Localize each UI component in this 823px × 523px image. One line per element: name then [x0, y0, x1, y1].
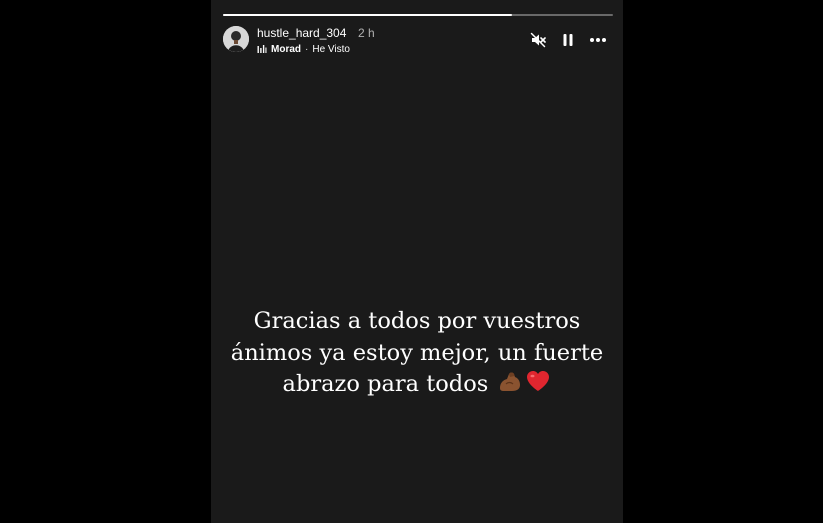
mute-button[interactable] — [529, 31, 547, 49]
music-separator: · — [305, 43, 309, 55]
music-artist: Morad — [271, 43, 301, 55]
story-viewer[interactable]: hustle_hard_304 2 h Morad · He Visto Gra… — [211, 0, 623, 523]
music-song-title: He Visto — [312, 43, 350, 55]
story-progress-bar — [223, 14, 613, 16]
music-bars-icon — [257, 44, 267, 54]
avatar[interactable] — [223, 26, 249, 52]
story-header: hustle_hard_304 2 h Morad · He Visto — [223, 24, 613, 58]
flexed-biceps-icon — [497, 369, 523, 403]
story-controls — [529, 30, 607, 50]
pause-button[interactable] — [559, 31, 577, 49]
story-progress-fill — [223, 14, 512, 16]
red-heart-icon — [525, 369, 551, 403]
caption-line: ánimos ya estoy mejor, un fuerte — [230, 339, 604, 366]
more-options-button[interactable] — [589, 31, 607, 49]
more-options-icon — [590, 38, 606, 42]
page-backdrop: hustle_hard_304 2 h Morad · He Visto Gra… — [0, 0, 823, 523]
music-attribution[interactable]: Morad · He Visto — [257, 42, 350, 56]
mute-icon — [530, 32, 546, 48]
pause-icon — [563, 34, 573, 46]
story-timestamp: 2 h — [358, 26, 375, 40]
caption-line-last: abrazo para todos — [211, 369, 623, 403]
caption-line-text: abrazo para todos — [282, 371, 489, 397]
story-caption: Gracias a todos por vuestros ánimos ya e… — [211, 306, 623, 403]
username-link[interactable]: hustle_hard_304 — [257, 26, 346, 40]
caption-line: Gracias a todos por vuestros — [253, 308, 581, 334]
